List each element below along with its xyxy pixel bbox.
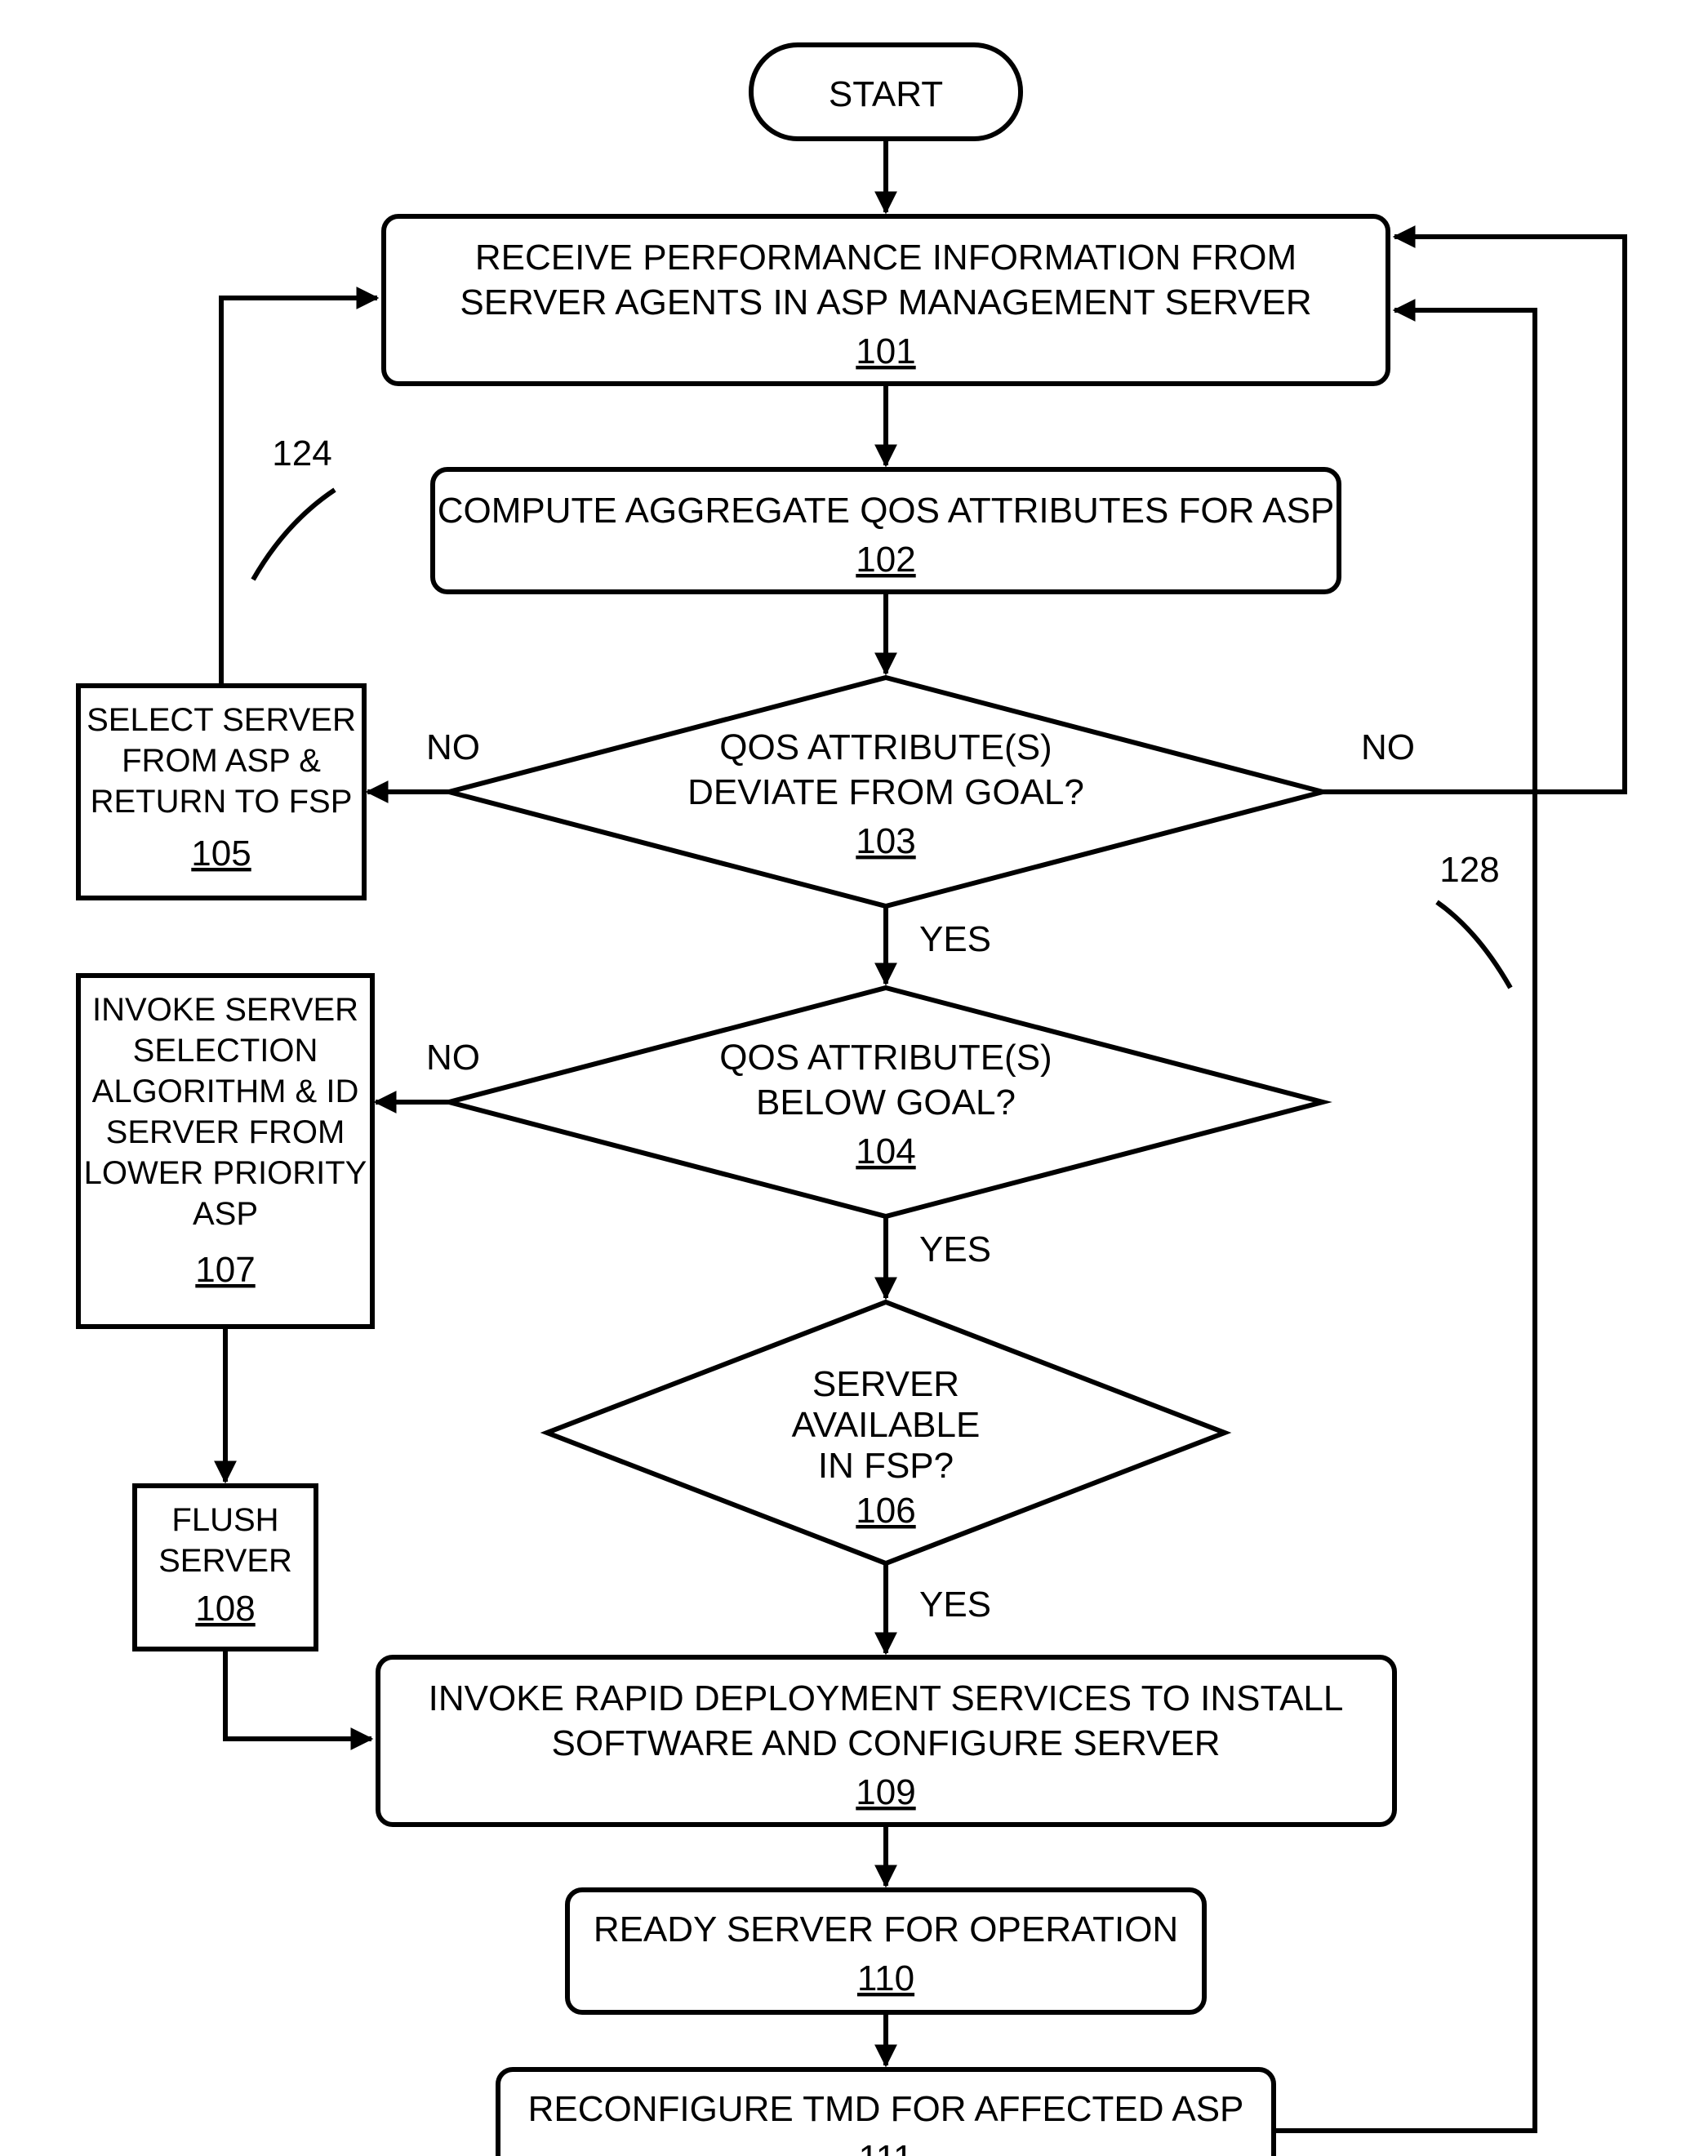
svg-text:QOS ATTRIBUTE(S): QOS ATTRIBUTE(S) — [719, 1038, 1052, 1078]
flowchart: START RECEIVE PERFORMANCE INFORMATION FR… — [0, 0, 1708, 2156]
node-107: INVOKE SERVER SELECTION ALGORITHM & ID S… — [78, 976, 372, 1327]
svg-text:108: 108 — [195, 1589, 255, 1629]
svg-text:101: 101 — [856, 331, 915, 371]
svg-text:107: 107 — [195, 1250, 255, 1290]
svg-text:SOFTWARE AND CONFIGURE SERVER: SOFTWARE AND CONFIGURE SERVER — [552, 1723, 1221, 1763]
svg-text:SERVER: SERVER — [812, 1364, 959, 1404]
svg-text:BELOW GOAL?: BELOW GOAL? — [756, 1082, 1016, 1122]
node-101: RECEIVE PERFORMANCE INFORMATION FROM SER… — [384, 216, 1388, 384]
svg-text:105: 105 — [191, 834, 251, 874]
label-no-103-right: NO — [1361, 727, 1415, 767]
svg-text:ALGORITHM & ID: ALGORITHM & ID — [92, 1074, 359, 1109]
svg-text:109: 109 — [856, 1772, 915, 1812]
svg-text:SERVER FROM: SERVER FROM — [106, 1114, 345, 1150]
label-yes-103: YES — [919, 919, 991, 959]
label-yes-104: YES — [919, 1229, 991, 1269]
svg-text:RECONFIGURE TMD FOR AFFECTED A: RECONFIGURE TMD FOR AFFECTED ASP — [528, 2089, 1244, 2129]
leader-128 — [1437, 902, 1510, 988]
label-yes-106: YES — [919, 1585, 991, 1625]
label-124: 124 — [272, 433, 331, 473]
svg-text:FROM ASP &: FROM ASP & — [122, 743, 321, 779]
svg-text:READY SERVER FOR OPERATION: READY SERVER FOR OPERATION — [594, 1909, 1178, 1949]
start-label: START — [829, 74, 943, 114]
svg-text:SERVER: SERVER — [158, 1543, 292, 1579]
svg-text:FLUSH: FLUSH — [171, 1502, 278, 1538]
svg-text:SERVER AGENTS IN ASP MANAGEMEN: SERVER AGENTS IN ASP MANAGEMENT SERVER — [460, 282, 1311, 322]
node-106: SERVER AVAILABLE IN FSP? 106 — [547, 1302, 1225, 1563]
edge-108-109 — [225, 1649, 371, 1739]
svg-text:IN FSP?: IN FSP? — [818, 1446, 954, 1486]
svg-text:111: 111 — [859, 2138, 914, 2156]
svg-text:104: 104 — [856, 1131, 915, 1171]
svg-text:102: 102 — [856, 540, 915, 580]
label-128: 128 — [1439, 850, 1499, 890]
svg-text:110: 110 — [857, 1958, 914, 1998]
svg-text:LOWER PRIORITY: LOWER PRIORITY — [84, 1155, 367, 1191]
node-104: QOS ATTRIBUTE(S) BELOW GOAL? 104 — [449, 988, 1323, 1216]
edge-105-101 — [221, 298, 377, 686]
leader-124 — [253, 490, 335, 580]
svg-text:106: 106 — [856, 1491, 915, 1531]
node-102: COMPUTE AGGREGATE QOS ATTRIBUTES FOR ASP… — [433, 469, 1339, 592]
svg-text:INVOKE SERVER: INVOKE SERVER — [92, 992, 358, 1028]
svg-text:103: 103 — [856, 821, 915, 861]
svg-text:RETURN TO FSP: RETURN TO FSP — [91, 784, 353, 820]
label-no-104: NO — [426, 1038, 480, 1078]
node-110: READY SERVER FOR OPERATION 110 — [567, 1890, 1204, 2012]
svg-text:SELECTION: SELECTION — [133, 1033, 318, 1069]
svg-text:QOS ATTRIBUTE(S): QOS ATTRIBUTE(S) — [719, 727, 1052, 767]
svg-text:ASP: ASP — [193, 1196, 258, 1232]
node-109: INVOKE RAPID DEPLOYMENT SERVICES TO INST… — [378, 1657, 1394, 1825]
svg-text:RECEIVE PERFORMANCE INFORMATIO: RECEIVE PERFORMANCE INFORMATION FROM — [475, 238, 1297, 278]
start-terminator: START — [751, 45, 1021, 139]
node-105: SELECT SERVER FROM ASP & RETURN TO FSP 1… — [78, 686, 364, 898]
label-no-103-left: NO — [426, 727, 480, 767]
svg-text:SELECT SERVER: SELECT SERVER — [87, 702, 356, 738]
svg-text:DEVIATE FROM GOAL?: DEVIATE FROM GOAL? — [687, 772, 1084, 812]
svg-text:COMPUTE AGGREGATE QOS ATTRIBUT: COMPUTE AGGREGATE QOS ATTRIBUTES FOR ASP — [438, 491, 1335, 531]
node-103: QOS ATTRIBUTE(S) DEVIATE FROM GOAL? 103 — [449, 678, 1323, 906]
node-108: FLUSH SERVER 108 — [135, 1486, 316, 1649]
node-111: RECONFIGURE TMD FOR AFFECTED ASP 111 — [498, 2069, 1274, 2156]
svg-text:AVAILABLE: AVAILABLE — [792, 1405, 981, 1445]
svg-text:INVOKE RAPID DEPLOYMENT SERVIC: INVOKE RAPID DEPLOYMENT SERVICES TO INST… — [429, 1678, 1344, 1718]
